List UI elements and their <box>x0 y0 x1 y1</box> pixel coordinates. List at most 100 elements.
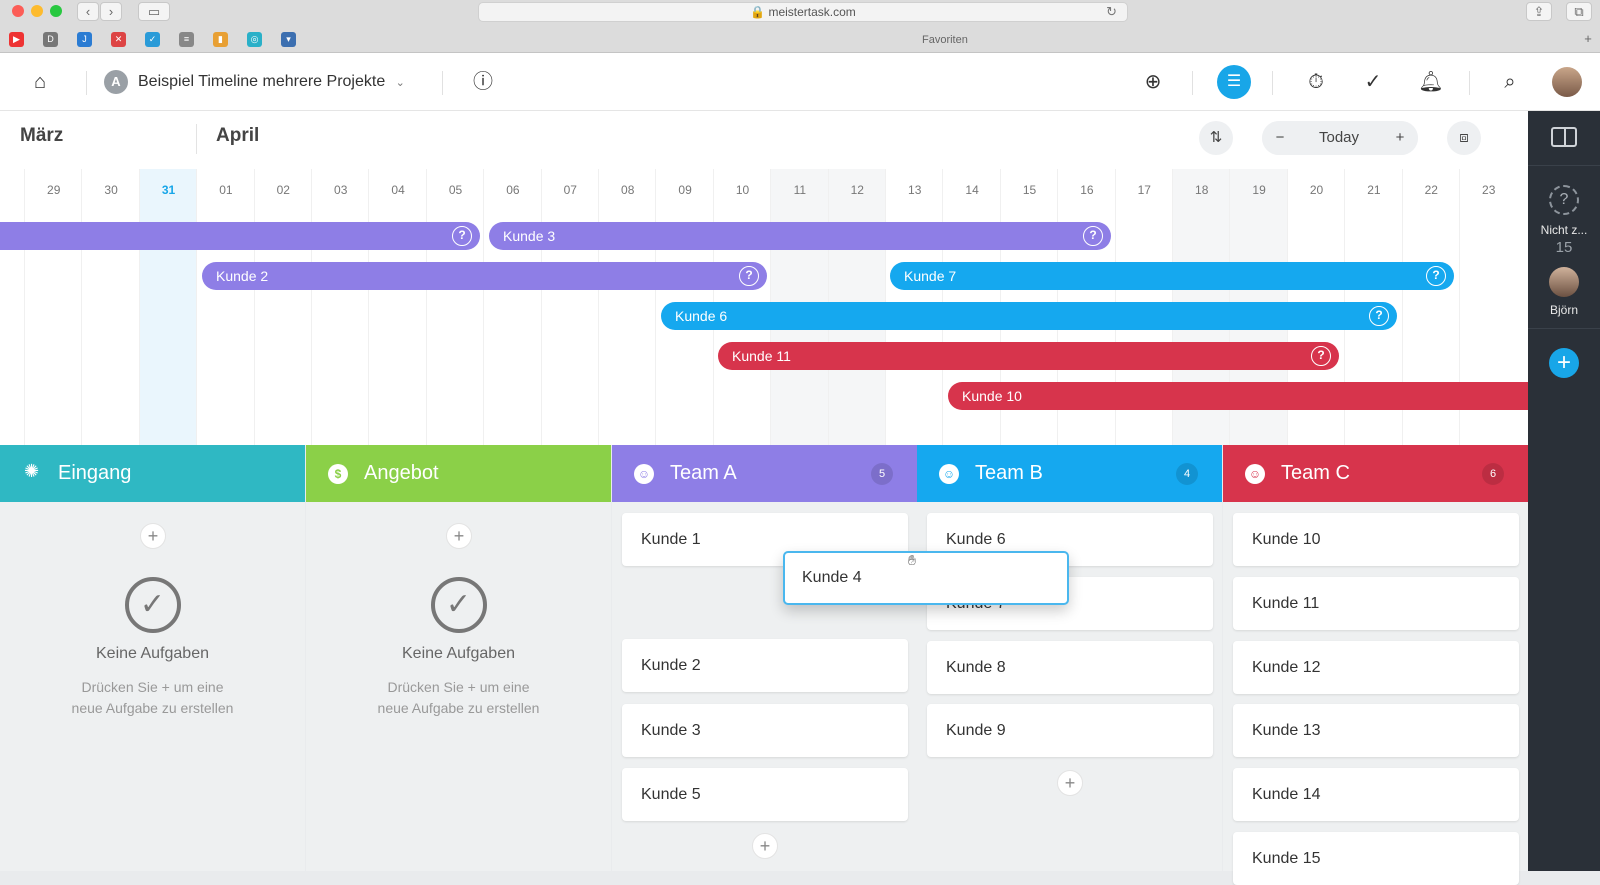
maximize-window-button[interactable] <box>50 5 62 17</box>
timeline-bar[interactable]: Kunde 7? <box>890 262 1454 290</box>
bookmark-icon[interactable]: ✓ <box>145 32 160 47</box>
timeline-bar[interactable]: Kunde 11? <box>718 342 1339 370</box>
sort-icon[interactable]: ⇅ <box>1199 121 1233 155</box>
new-tab-icon[interactable]: + <box>1578 30 1598 49</box>
day-column: 29 <box>24 169 81 445</box>
task-card[interactable]: Kunde 14 <box>1233 768 1519 821</box>
youtube-favicon[interactable]: ▶ <box>9 32 24 47</box>
column-title: Team B <box>975 462 1043 484</box>
sidebar-toggle-icon[interactable]: ▭ <box>138 2 170 21</box>
task-card[interactable]: Kunde 10 <box>1233 513 1519 566</box>
check-circle-icon[interactable]: ✓ <box>1360 69 1386 95</box>
add-user-button[interactable]: + <box>1549 348 1579 378</box>
divider <box>1272 71 1273 95</box>
user-avatar[interactable] <box>1549 267 1579 297</box>
column-header[interactable]: ☺ Team B 4 <box>917 445 1222 502</box>
unassigned-icon[interactable]: ? <box>1083 226 1103 246</box>
panel-toggle-icon[interactable] <box>1551 127 1577 147</box>
bookmark-icon[interactable]: ◎ <box>247 32 262 47</box>
home-icon[interactable]: ⌂ <box>27 69 53 95</box>
forward-button[interactable]: › <box>100 2 122 21</box>
bookmark-icon[interactable]: J <box>77 32 92 47</box>
timeline-bar[interactable]: ? <box>0 222 480 250</box>
timeline-bar[interactable]: Kunde 10 <box>948 382 1528 410</box>
divider <box>1192 71 1193 95</box>
column-header[interactable]: ☺ Team A 5 <box>612 445 917 502</box>
unassigned-icon[interactable]: ? <box>1369 306 1389 326</box>
task-card[interactable]: Kunde 12 <box>1233 641 1519 694</box>
empty-subtitle-line: neue Aufgabe zu erstellen <box>71 700 234 716</box>
task-card[interactable]: Kunde 11 <box>1233 577 1519 630</box>
add-task-button[interactable]: + <box>1057 770 1083 796</box>
day-label: 29 <box>47 183 61 197</box>
back-button[interactable]: ‹ <box>77 2 99 21</box>
grab-cursor-icon: ✋︎ <box>908 552 916 568</box>
bell-icon[interactable]: 🔔︎ <box>1418 69 1444 95</box>
close-window-button[interactable] <box>12 5 24 17</box>
day-label: 20 <box>1309 183 1324 197</box>
bookmark-icon[interactable]: ▾ <box>281 32 296 47</box>
column-title: Eingang <box>58 462 132 484</box>
unassigned-icon[interactable]: ? <box>1426 266 1446 286</box>
bookmark-icon[interactable]: ✕ <box>111 32 126 47</box>
column-header[interactable]: ✺ Eingang <box>0 445 305 502</box>
timeline-bar[interactable]: Kunde 2? <box>202 262 767 290</box>
timeline-bar-label: Kunde 3 <box>503 228 556 244</box>
timeline-bar[interactable]: Kunde 6? <box>661 302 1397 330</box>
project-title[interactable]: Beispiel Timeline mehrere Projekte ⌄ <box>138 70 405 95</box>
favorites-label[interactable]: Favoriten <box>922 34 968 46</box>
today-button[interactable]: Today <box>1299 121 1379 155</box>
empty-subtitle-line: neue Aufgabe zu erstellen <box>377 700 540 716</box>
search-icon[interactable]: ⌕ <box>1497 69 1523 95</box>
zoom-in-button[interactable]: + <box>1382 121 1418 155</box>
task-board: ✺ Eingang + ✓ Keine Aufgaben Drücken Sie… <box>0 445 1528 885</box>
info-icon[interactable]: ⓘ <box>470 69 496 95</box>
unassigned-icon[interactable]: ? <box>739 266 759 286</box>
day-label: 10 <box>735 183 750 197</box>
unassigned-icon[interactable]: ? <box>452 226 472 246</box>
task-card[interactable]: Kunde 5 <box>622 768 908 821</box>
timeline-bar[interactable]: Kunde 3? <box>489 222 1111 250</box>
zoom-out-button[interactable]: − <box>1262 121 1298 155</box>
url-text: meistertask.com <box>768 5 856 19</box>
bookmark-icon[interactable]: D <box>43 32 58 47</box>
timeline-bar-label: Kunde 7 <box>904 268 957 284</box>
bookmark-icon[interactable]: ≡ <box>179 32 194 47</box>
chevron-down-icon[interactable]: ⌄ <box>396 77 405 89</box>
reload-icon[interactable]: ↻ <box>1106 3 1117 21</box>
day-column: 08 <box>598 169 655 445</box>
add-task-button[interactable]: + <box>752 833 778 859</box>
add-task-button[interactable]: + <box>446 523 472 549</box>
empty-title: Keine Aufgaben <box>96 645 209 662</box>
divider <box>1528 328 1600 329</box>
address-bar[interactable]: 🔒 meistertask.com ↻ <box>478 2 1128 22</box>
bookmark-icon[interactable]: ▮ <box>213 32 228 47</box>
add-icon[interactable]: ⊕ <box>1140 69 1166 95</box>
day-column: 02 <box>253 169 311 445</box>
user-avatar[interactable] <box>1552 67 1582 97</box>
task-card[interactable]: Kunde 15 <box>1233 832 1519 885</box>
project-avatar[interactable]: A <box>104 70 128 94</box>
dragging-task-card[interactable]: Kunde 4 <box>783 551 1069 605</box>
task-card[interactable]: Kunde 8 <box>927 641 1213 694</box>
unassigned-icon[interactable]: ? <box>1549 185 1579 215</box>
task-card[interactable]: Kunde 3 <box>622 704 908 757</box>
empty-state: ✓ Keine Aufgaben Drücken Sie + um eine ne… <box>306 577 611 719</box>
add-task-button[interactable]: + <box>140 523 166 549</box>
task-card[interactable]: Kunde 13 <box>1233 704 1519 757</box>
column-header[interactable]: $ Angebot <box>306 445 611 502</box>
share-icon[interactable]: ⇪ <box>1526 2 1552 21</box>
column-header[interactable]: ☺ Team C 6 <box>1223 445 1528 502</box>
task-card[interactable]: Kunde 2 <box>622 639 908 692</box>
day-label: 05 <box>448 183 463 197</box>
unassigned-icon[interactable]: ? <box>1311 346 1331 366</box>
fullscreen-icon[interactable]: ⧈ <box>1447 121 1481 155</box>
empty-title: Keine Aufgaben <box>402 645 515 662</box>
task-card[interactable]: Kunde 9 <box>927 704 1213 757</box>
minimize-window-button[interactable] <box>31 5 43 17</box>
unassigned-label[interactable]: Nicht z... <box>1528 223 1600 237</box>
column-team-c: ☺ Team C 6 Kunde 10 Kunde 11 Kunde 12 Ku… <box>1223 445 1528 885</box>
timeline-icon[interactable]: ☰ <box>1217 65 1251 99</box>
tabs-icon[interactable]: ⧉ <box>1566 2 1592 21</box>
timer-icon[interactable]: ⏱ <box>1303 69 1329 95</box>
